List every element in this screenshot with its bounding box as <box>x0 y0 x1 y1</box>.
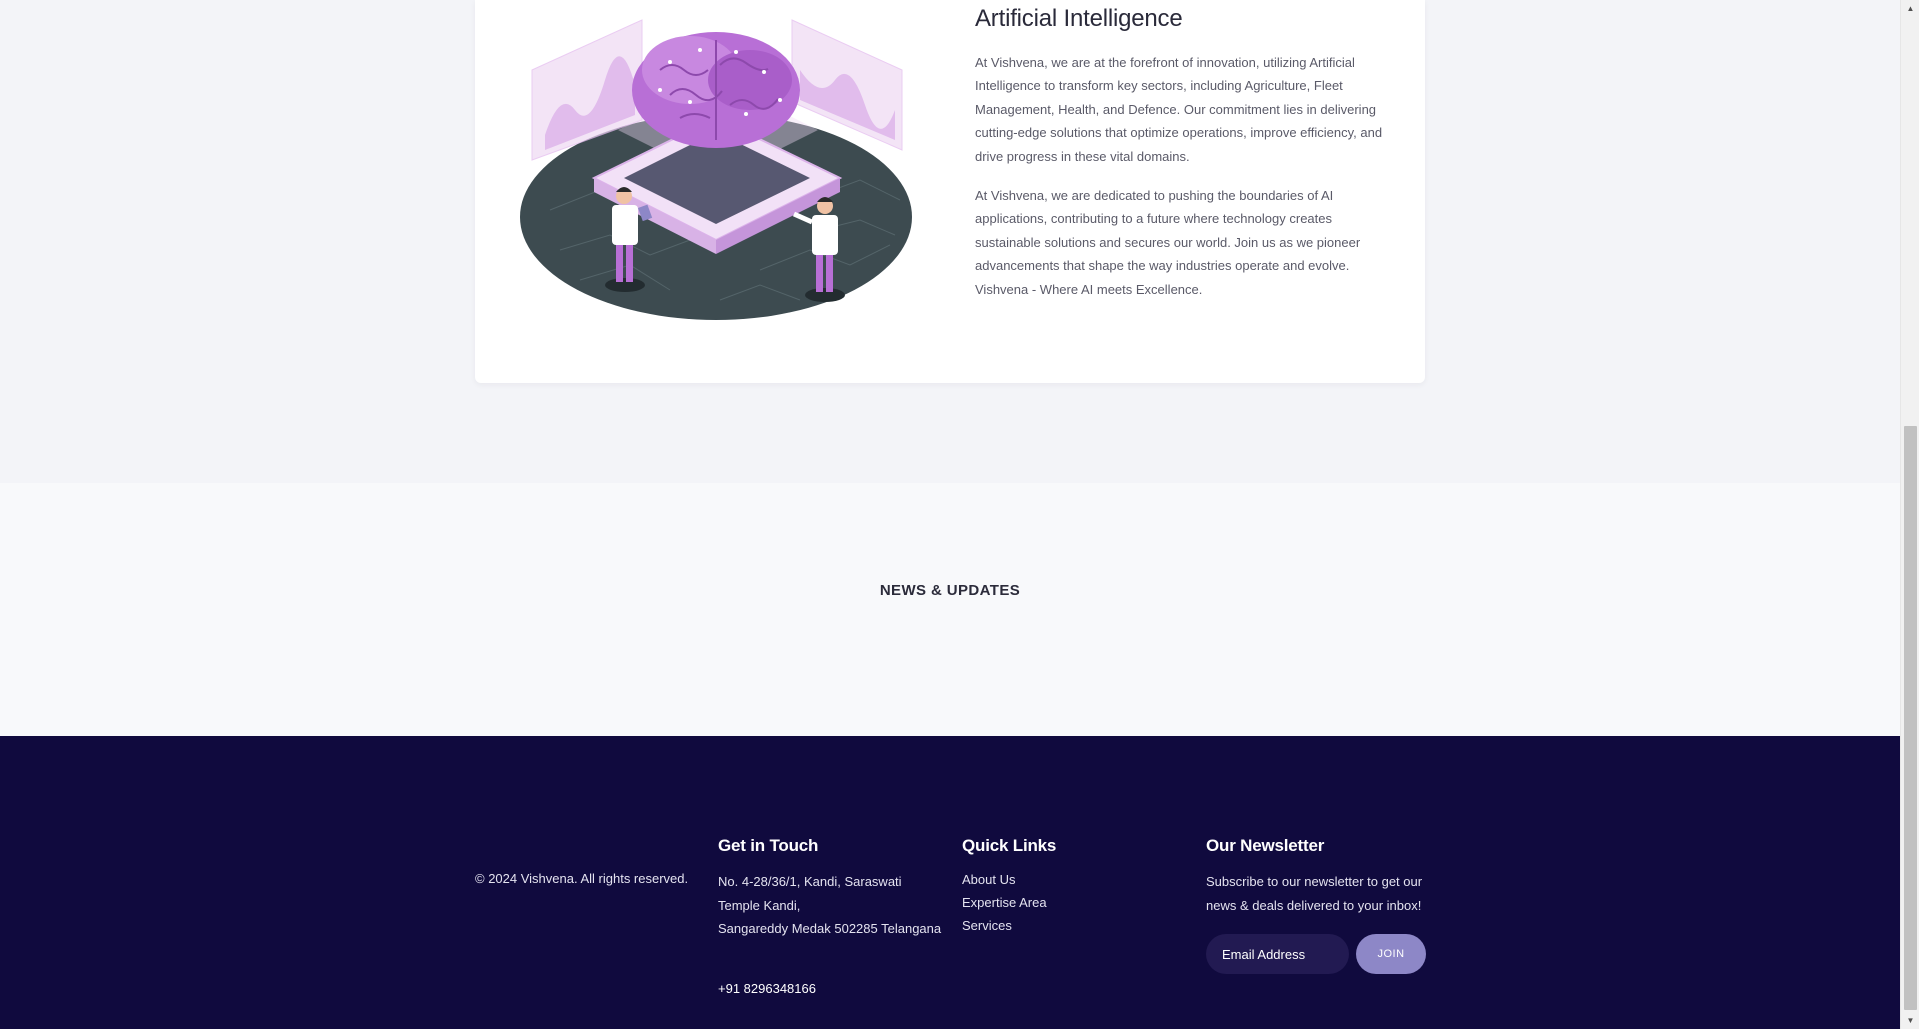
ai-paragraph-1: At Vishvena, we are at the forefront of … <box>975 55 1383 164</box>
newsletter-description: Subscribe to our newsletter to get our n… <box>1206 874 1423 913</box>
ai-text-block: Artificial Intelligence At Vishvena, we … <box>975 0 1395 301</box>
email-input[interactable] <box>1206 934 1349 974</box>
news-section: NEWS & UPDATES <box>0 483 1900 736</box>
newsletter-form: JOIN <box>1206 934 1446 974</box>
address-line-2: Temple Kandi, <box>718 897 801 913</box>
newsletter-heading: Our Newsletter <box>1206 836 1325 855</box>
get-in-touch-heading: Get in Touch <box>718 836 819 855</box>
ai-card: Artificial Intelligence At Vishvena, we … <box>475 0 1425 383</box>
newsletter-column: Our Newsletter Subscribe to our newslett… <box>1206 836 1446 974</box>
footer: © 2024 Vishvena. All rights reserved. Ge… <box>0 736 1900 1029</box>
ai-paragraph-2: At Vishvena, we are dedicated to pushing… <box>975 188 1361 297</box>
copyright: © 2024 Vishvena. All rights reserved. <box>475 871 689 886</box>
address-line-1: No. 4-28/36/1, Kandi, Saraswati <box>718 874 902 889</box>
get-in-touch-column: Get in Touch No. 4-28/36/1, Kandi, Saras… <box>718 836 948 996</box>
join-button[interactable]: JOIN <box>1356 934 1426 974</box>
scroll-down-arrow-icon[interactable]: ▼ <box>1901 1012 1919 1029</box>
quick-links-heading: Quick Links <box>962 836 1057 855</box>
scroll-up-arrow-icon[interactable]: ▲ <box>1901 0 1919 17</box>
quick-links-column: Quick Links About Us Expertise Area Serv… <box>962 836 1182 937</box>
quick-link-services[interactable]: Services <box>962 914 1182 937</box>
address: No. 4-28/36/1, Kandi, Saraswati Temple K… <box>718 870 948 941</box>
news-title: NEWS & UPDATES <box>879 582 1021 599</box>
phone-link[interactable]: +91 8296348166 <box>718 981 948 996</box>
quick-link-expertise-area[interactable]: Expertise Area <box>962 891 1182 914</box>
ai-brain-illustration <box>520 19 912 320</box>
quick-links-list: About Us Expertise Area Services <box>962 868 1182 937</box>
scrollbar-thumb[interactable] <box>1904 426 1917 1010</box>
ai-section: Artificial Intelligence At Vishvena, we … <box>0 0 1900 483</box>
ai-title: Artificial Intelligence <box>975 5 1183 32</box>
page-scrollbar[interactable]: ▲ ▼ <box>1900 0 1919 1029</box>
page: Artificial Intelligence At Vishvena, we … <box>0 0 1900 1029</box>
quick-link-about-us[interactable]: About Us <box>962 868 1182 891</box>
address-line-3: Sangareddy Medak 502285 Telangana <box>718 921 942 936</box>
